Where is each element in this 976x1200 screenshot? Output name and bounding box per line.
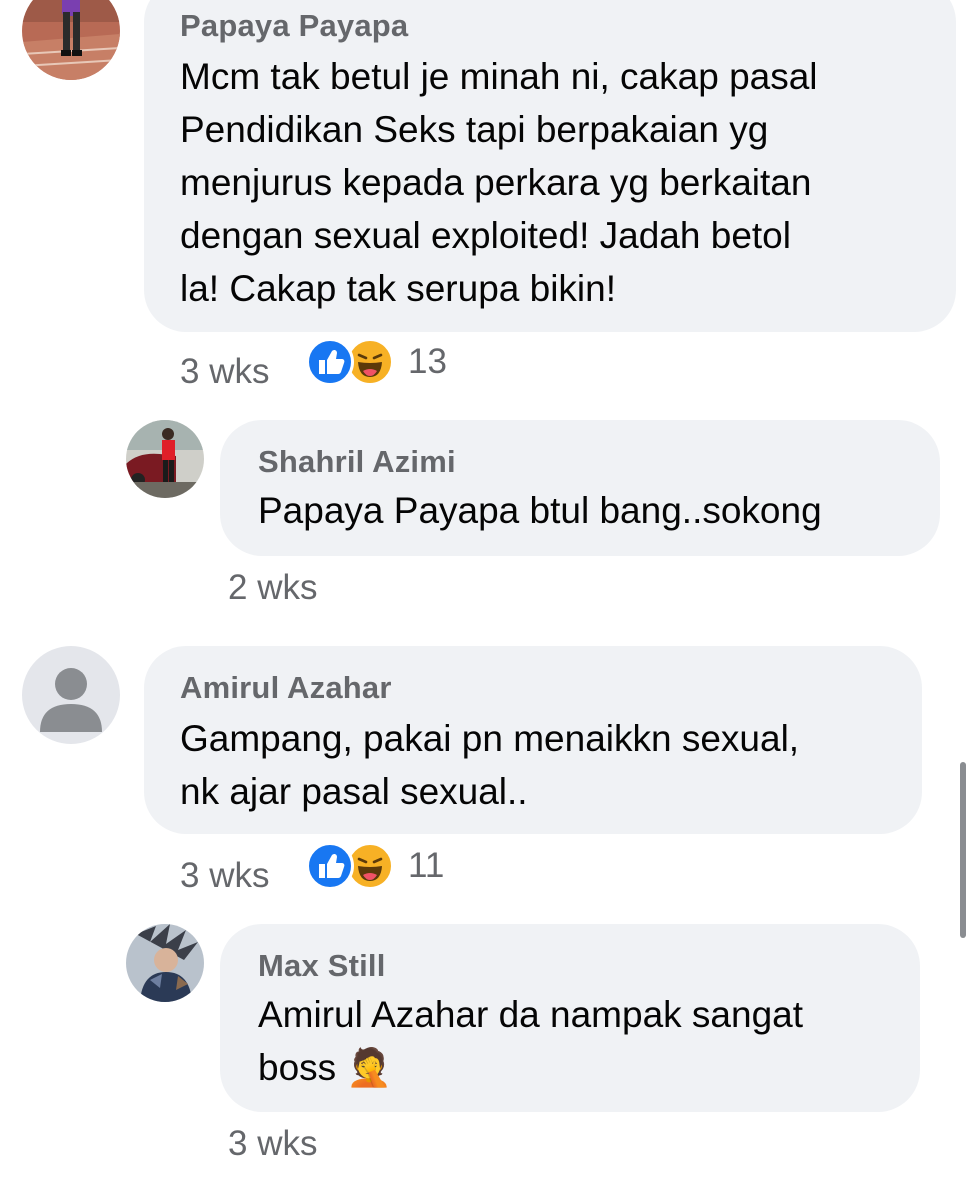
comment-author[interactable]: Papaya Payapa [180, 8, 408, 44]
like-icon [306, 338, 354, 386]
reaction-count: 11 [408, 846, 445, 885]
comment-text-line: nk ajar pasal sexual.. [180, 771, 528, 812]
comment-text-line: Mcm tak betul je minah ni, cakap pasal [180, 56, 818, 97]
comment-author[interactable]: Amirul Azahar [180, 670, 392, 706]
comment-timestamp[interactable]: 3 wks [228, 1124, 317, 1164]
reaction-summary[interactable]: 13 [306, 338, 447, 386]
comment-text-line: Gampang, pakai pn menaikkn sexual, [180, 718, 800, 759]
runner-photo-avatar [22, 0, 120, 80]
comment-text-line: la! Cakap tak serupa bikin! [180, 268, 617, 309]
car-photo-avatar [126, 420, 204, 498]
comment-timestamp[interactable]: 3 wks [180, 352, 269, 392]
reaction-summary[interactable]: 11 [306, 842, 445, 890]
comment-text-line: menjurus kepada perkara yg berkaitan [180, 162, 812, 203]
comment-text: Papaya Payapa btul bang..sokong [258, 484, 822, 537]
avatar[interactable] [126, 924, 204, 1002]
avatar[interactable] [22, 646, 120, 744]
comment-author[interactable]: Shahril Azimi [258, 444, 456, 480]
comment-author[interactable]: Max Still [258, 948, 386, 984]
comment-timestamp[interactable]: 3 wks [180, 856, 269, 896]
scrollbar[interactable] [960, 762, 966, 938]
avatar[interactable] [126, 420, 204, 498]
comment-timestamp[interactable]: 2 wks [228, 568, 317, 608]
comment-text-line: Amirul Azahar da nampak sangat [258, 994, 804, 1035]
comment-text-line: dengan sexual exploited! Jadah betol [180, 215, 791, 256]
avatar[interactable] [22, 0, 120, 80]
anime-art-avatar [126, 924, 204, 1002]
comment-text: Gampang, pakai pn menaikkn sexual, nk aj… [180, 712, 799, 818]
comment-text-line: Papaya Payapa btul bang..sokong [258, 490, 822, 531]
like-icon [306, 842, 354, 890]
comment-text-line: Pendidikan Seks tapi berpakaian yg [180, 109, 769, 150]
comment-thread: Papaya Payapa Mcm tak betul je minah ni,… [0, 0, 976, 1200]
comment-text-line: boss 🤦 [258, 1047, 393, 1088]
reaction-count: 13 [408, 342, 447, 381]
comment-text: Amirul Azahar da nampak sangat boss 🤦 [258, 988, 803, 1094]
comment-text: Mcm tak betul je minah ni, cakap pasal P… [180, 50, 818, 315]
default-person-avatar [22, 646, 120, 744]
